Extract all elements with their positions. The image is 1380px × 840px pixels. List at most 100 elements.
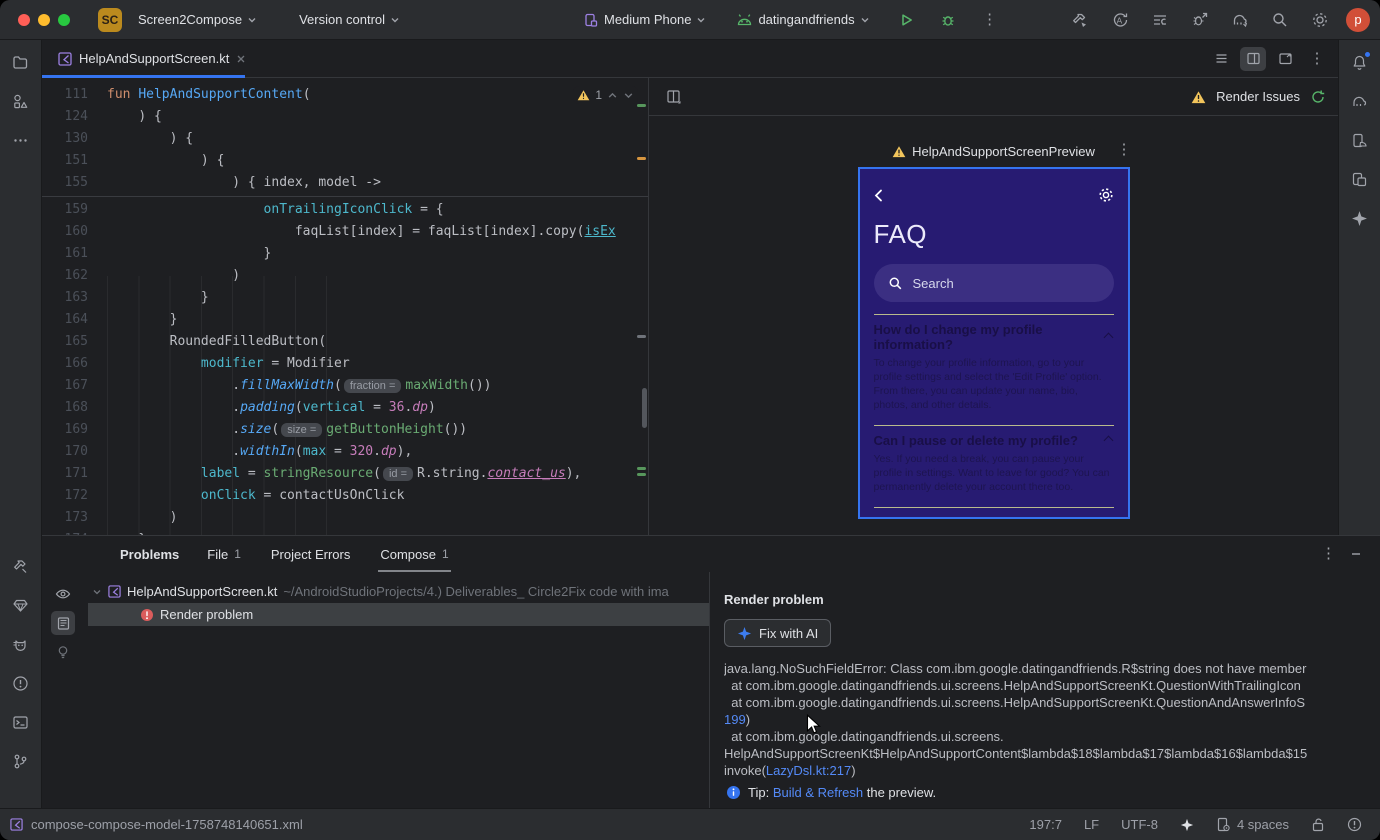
- problems-title[interactable]: Problems: [120, 547, 179, 562]
- line-number[interactable]: 155: [42, 172, 88, 194]
- project-menu[interactable]: Screen2Compose: [130, 8, 265, 31]
- editor-list-icon[interactable]: [1208, 47, 1234, 71]
- line-number[interactable]: 151: [42, 150, 88, 172]
- faq-search-bar[interactable]: Search: [873, 264, 1114, 302]
- details-view-icon[interactable]: [51, 611, 75, 635]
- notifications-bell-icon[interactable]: [1346, 48, 1374, 76]
- ai-actions-icon[interactable]: A: [1106, 6, 1134, 34]
- line-number[interactable]: 124: [42, 106, 88, 128]
- build-run-icon[interactable]: [1066, 6, 1094, 34]
- gradle-sync-icon[interactable]: [1226, 6, 1254, 34]
- line-number[interactable]: 165: [42, 331, 88, 353]
- code-line[interactable]: 168 .padding(vertical = 36.dp): [42, 397, 648, 419]
- more-tool-windows-icon[interactable]: [7, 126, 35, 154]
- code-line[interactable]: 164 }: [42, 309, 648, 331]
- line-number[interactable]: 171: [42, 463, 88, 485]
- code-line[interactable]: 161 }: [42, 243, 648, 265]
- quick-fix-bulb-icon[interactable]: [51, 640, 75, 664]
- line-number[interactable]: 170: [42, 441, 88, 463]
- line-number[interactable]: 172: [42, 485, 88, 507]
- line-number[interactable]: 111: [42, 84, 88, 106]
- code-line[interactable]: 159 onTrailingIconClick = {: [42, 199, 648, 221]
- search-everywhere-icon[interactable]: [1266, 6, 1294, 34]
- settings-gear-icon[interactable]: [1098, 187, 1114, 203]
- line-number[interactable]: 130: [42, 128, 88, 150]
- fullscreen-window-button[interactable]: [58, 13, 70, 26]
- line-number[interactable]: 163: [42, 287, 88, 309]
- analysis-marker[interactable]: [637, 104, 646, 107]
- detach-editor-icon[interactable]: [1272, 47, 1298, 71]
- code-line[interactable]: 155 ) { index, model ->: [42, 172, 648, 194]
- terminal-icon[interactable]: [7, 708, 35, 736]
- gradle-tool-icon[interactable]: [1346, 87, 1374, 115]
- build-refresh-link[interactable]: Build & Refresh: [773, 785, 863, 800]
- logcat-icon[interactable]: [7, 630, 35, 658]
- code-line[interactable]: 163 }: [42, 287, 648, 309]
- analysis-marker[interactable]: [637, 157, 646, 160]
- close-window-button[interactable]: [18, 13, 30, 26]
- code-line[interactable]: 171 label = stringResource(id = R.string.…: [42, 463, 648, 485]
- back-chevron-icon[interactable]: [874, 189, 883, 202]
- build-tool-icon[interactable]: [7, 552, 35, 580]
- preview-layout-icon[interactable]: [661, 85, 687, 109]
- preview-options-menu[interactable]: ⋮: [1117, 142, 1132, 157]
- code-editor[interactable]: 111 fun HelpAndSupportContent(124 ) {130 …: [42, 78, 648, 535]
- hide-panel-icon[interactable]: [1350, 548, 1362, 560]
- tree-file-row[interactable]: HelpAndSupportScreen.kt ~/AndroidStudioP…: [84, 580, 709, 603]
- caret-position[interactable]: 197:7: [1029, 817, 1062, 832]
- analysis-marker[interactable]: [637, 467, 646, 470]
- tab-compose[interactable]: Compose 1: [378, 536, 450, 572]
- faq-item[interactable]: How do I block or report someone?: [873, 507, 1114, 517]
- status-file-name[interactable]: compose-compose-model-1758748140651.xml: [31, 817, 303, 832]
- split-editor-icon[interactable]: [1240, 46, 1266, 71]
- preview-toggle-eye-icon[interactable]: [51, 582, 75, 606]
- problems-tool-icon[interactable]: [7, 669, 35, 697]
- line-number[interactable]: 168: [42, 397, 88, 419]
- render-issues-label[interactable]: Render Issues: [1216, 89, 1300, 104]
- line-number[interactable]: 162: [42, 265, 88, 287]
- app-quality-insights-icon[interactable]: [7, 591, 35, 619]
- code-line[interactable]: 162 ): [42, 265, 648, 287]
- file-encoding[interactable]: UTF-8: [1121, 817, 1158, 832]
- line-number[interactable]: 164: [42, 309, 88, 331]
- device-manager-icon[interactable]: [1346, 126, 1374, 154]
- analysis-marker[interactable]: [637, 473, 646, 476]
- tab-file[interactable]: File 1: [205, 536, 243, 572]
- more-actions-menu[interactable]: ⋮: [976, 6, 1004, 34]
- editor-scrollbar[interactable]: [642, 388, 647, 428]
- editor-more-menu[interactable]: ⋮: [1304, 47, 1330, 71]
- attach-debugger-icon[interactable]: [1186, 6, 1214, 34]
- code-line[interactable]: 166 modifier = Modifier: [42, 353, 648, 375]
- code-line[interactable]: 151 ) {: [42, 150, 648, 172]
- line-number[interactable]: 173: [42, 507, 88, 529]
- running-devices-icon[interactable]: [1346, 165, 1374, 193]
- prev-problem-icon[interactable]: [607, 90, 618, 101]
- faq-item[interactable]: How do I change my profile information? T…: [873, 314, 1114, 425]
- editor-tab[interactable]: HelpAndSupportScreen.kt: [42, 40, 258, 78]
- close-tab-icon[interactable]: [236, 54, 246, 64]
- code-line[interactable]: 167 .fillMaxWidth(fraction = maxWidth()): [42, 375, 648, 397]
- line-number[interactable]: 159: [42, 199, 88, 221]
- line-number[interactable]: 166: [42, 353, 88, 375]
- code-line[interactable]: 130 ) {: [42, 128, 648, 150]
- gemini-sparkle-icon[interactable]: [1346, 204, 1374, 232]
- analysis-marker[interactable]: [637, 335, 646, 338]
- todo-list-icon[interactable]: [1146, 6, 1174, 34]
- refresh-preview-icon[interactable]: [1310, 89, 1326, 105]
- run-configuration-selector[interactable]: datingandfriends: [728, 8, 877, 31]
- next-problem-icon[interactable]: [623, 90, 634, 101]
- line-number[interactable]: 167: [42, 375, 88, 397]
- project-tool-icon[interactable]: [7, 48, 35, 76]
- user-avatar[interactable]: p: [1346, 7, 1370, 32]
- code-line[interactable]: 172 onClick = contactUsOnClick: [42, 485, 648, 507]
- indent-widget[interactable]: 4 spaces: [1216, 817, 1289, 832]
- line-number[interactable]: 160: [42, 221, 88, 243]
- code-line[interactable]: 173 ): [42, 507, 648, 529]
- line-ending[interactable]: LF: [1084, 817, 1099, 832]
- tab-project-errors[interactable]: Project Errors: [269, 536, 352, 572]
- inspections-widget[interactable]: 1: [573, 86, 638, 104]
- code-line[interactable]: 124 ) {: [42, 106, 648, 128]
- resource-manager-icon[interactable]: [7, 87, 35, 115]
- run-button[interactable]: [892, 6, 920, 34]
- version-control-tool-icon[interactable]: [7, 747, 35, 775]
